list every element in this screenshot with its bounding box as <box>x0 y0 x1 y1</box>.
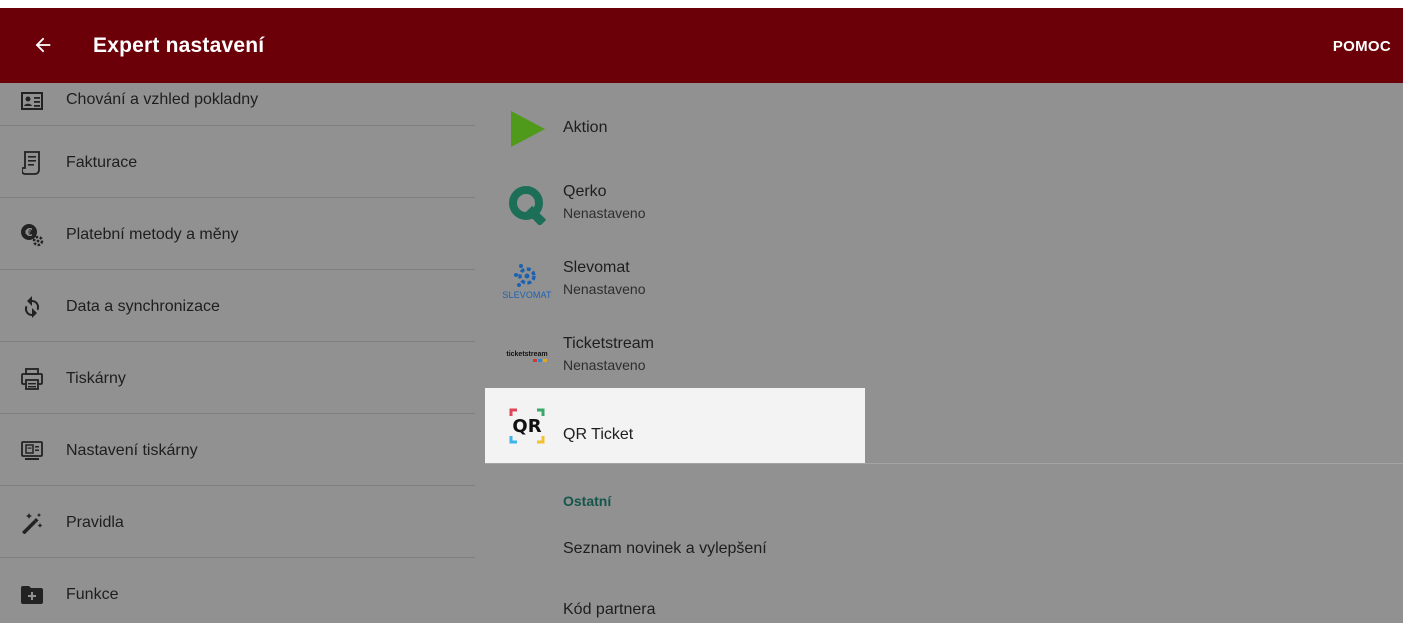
qr-ticket-logo-icon: QR <box>505 406 549 446</box>
sidebar-item-label: Fakturace <box>66 154 138 171</box>
sidebar-item-label: Pravidla <box>66 514 124 531</box>
integration-name: Slevomat <box>563 259 630 276</box>
whats-new-item[interactable]: Seznam novinek a vylepšení <box>563 540 767 558</box>
contact-card-icon <box>20 89 44 113</box>
integration-item-ticketstream[interactable]: ticketstream Ticketstream Nenastaveno <box>485 319 865 395</box>
integration-name: Ticketstream <box>563 335 654 352</box>
integration-name: QR Ticket <box>563 426 634 443</box>
dimmed-content: Chování a vzhled pokladny Fakturace € Pl… <box>0 83 1403 623</box>
svg-text:€: € <box>24 226 33 239</box>
settings-sidebar: Chování a vzhled pokladny Fakturace € Pl… <box>0 83 475 623</box>
sidebar-item-label: Platební metody a měny <box>66 226 239 243</box>
folder-plus-icon <box>20 583 44 607</box>
payment-settings-icon: € <box>20 223 44 247</box>
sidebar-item-payment-methods[interactable]: € Platební metody a měny <box>0 197 475 270</box>
ticketstream-logo-icon: ticketstream <box>505 337 549 377</box>
sidebar-item-label: Data a synchronizace <box>66 298 220 315</box>
slevomat-logo-icon: SLEVOMAT <box>502 261 552 301</box>
integration-item-aktion[interactable]: Aktion <box>485 91 865 167</box>
integration-name: Aktion <box>563 119 608 136</box>
sidebar-item-label: Funkce <box>66 586 119 603</box>
magic-wand-icon <box>20 511 44 535</box>
invoice-icon <box>20 151 44 175</box>
partner-code-item[interactable]: Kód partnera <box>563 601 656 619</box>
sidebar-item-label: Tiskárny <box>66 370 126 387</box>
sidebar-item-data-sync[interactable]: Data a synchronizace <box>0 269 475 342</box>
sync-icon <box>20 295 44 319</box>
back-arrow-icon[interactable] <box>28 30 58 60</box>
section-header-other: Ostatní <box>563 493 612 509</box>
ticketstream-logo-text: ticketstream <box>506 351 548 358</box>
integration-item-qr-ticket[interactable]: QR QR Ticket <box>485 388 865 464</box>
sidebar-item-printer-settings[interactable]: Nastavení tiskárny <box>0 413 475 486</box>
sidebar-item-label: Nastavení tiskárny <box>66 442 198 459</box>
app-bar: Expert nastavení POMOC <box>0 8 1403 83</box>
sidebar-item-printers[interactable]: Tiskárny <box>0 341 475 414</box>
qr-ticket-logo-text: QR <box>512 416 541 437</box>
integration-name: Qerko <box>563 183 607 200</box>
integration-status: Nenastaveno <box>563 281 646 297</box>
integration-status: Nenastaveno <box>563 357 646 373</box>
integrations-panel: Aktion Qerko Nenastaveno SLEVOMAT Slevom… <box>485 83 1403 623</box>
qerko-logo-icon <box>505 185 549 225</box>
printer-icon <box>20 367 44 391</box>
sidebar-item-rules[interactable]: Pravidla <box>0 485 475 558</box>
printer-settings-icon <box>20 439 44 463</box>
integration-item-slevomat[interactable]: SLEVOMAT Slevomat Nenastaveno <box>485 243 865 319</box>
aktion-logo-icon <box>505 109 549 149</box>
sidebar-item-invoicing[interactable]: Fakturace <box>0 125 475 198</box>
help-button[interactable]: POMOC <box>1333 38 1391 55</box>
sidebar-item-functions[interactable]: Funkce <box>0 557 475 629</box>
integration-status: Nenastaveno <box>563 205 646 221</box>
sidebar-item-label: Chování a vzhled pokladny <box>66 91 259 108</box>
section-divider <box>485 463 1403 464</box>
integration-item-qerko[interactable]: Qerko Nenastaveno <box>485 167 865 243</box>
page-title: Expert nastavení <box>93 34 265 57</box>
slevomat-logo-text: SLEVOMAT <box>502 290 552 300</box>
